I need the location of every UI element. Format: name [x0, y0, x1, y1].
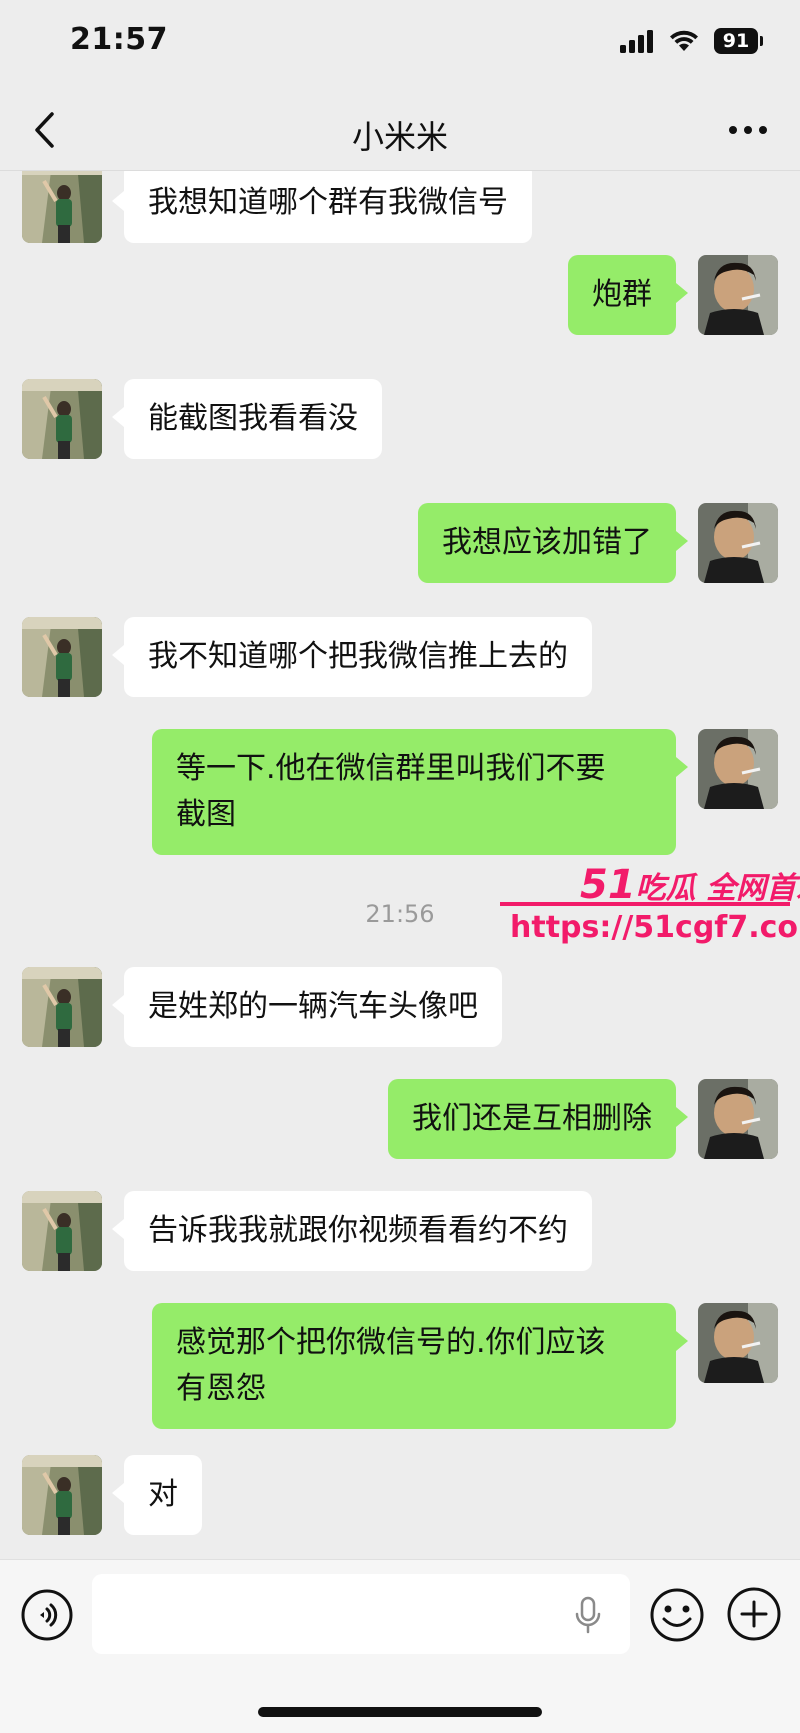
my-avatar-image	[698, 729, 778, 809]
watermark: 51吃瓜 全网首发 https://51cgf7.com	[500, 862, 800, 962]
contact-avatar[interactable]	[22, 1455, 102, 1535]
mic-icon[interactable]	[574, 1596, 602, 1634]
message-row: 感觉那个把你微信号的.你们应该 有恩怨	[152, 1303, 778, 1429]
message-row: 我想知道哪个群有我微信号	[22, 171, 532, 243]
message-row: 对	[22, 1455, 202, 1535]
signal-icon	[620, 30, 653, 53]
message-row: 我想应该加错了	[418, 503, 778, 583]
voice-icon[interactable]	[20, 1588, 74, 1642]
message-bubble-received[interactable]: 能截图我看看没	[112, 379, 382, 459]
contact-avatar-image	[22, 171, 102, 243]
contact-avatar[interactable]	[22, 1191, 102, 1271]
message-input[interactable]	[92, 1574, 630, 1654]
more-button[interactable]	[726, 114, 770, 146]
contact-avatar-image	[22, 1455, 102, 1535]
my-avatar[interactable]	[698, 729, 778, 809]
my-avatar-image	[698, 503, 778, 583]
input-bar	[0, 1559, 800, 1733]
contact-avatar[interactable]	[22, 617, 102, 697]
message-bubble-received[interactable]: 我不知道哪个把我微信推上去的	[112, 617, 592, 697]
my-avatar[interactable]	[698, 1079, 778, 1159]
status-icons: 91	[620, 28, 763, 54]
wifi-icon	[670, 30, 698, 51]
message-row: 是姓郑的一辆汽车头像吧	[22, 967, 502, 1047]
chat-header: 小米米	[0, 90, 800, 171]
message-row: 我们还是互相删除	[388, 1079, 778, 1159]
contact-avatar[interactable]	[22, 379, 102, 459]
more-dots-icon	[729, 126, 767, 134]
battery-icon: 91	[714, 28, 763, 54]
status-time: 21:57	[70, 22, 168, 57]
contact-avatar[interactable]	[22, 967, 102, 1047]
message-bubble-sent[interactable]: 炮群	[568, 255, 688, 335]
message-bubble-sent[interactable]: 感觉那个把你微信号的.你们应该 有恩怨	[152, 1303, 688, 1429]
message-bubble-sent[interactable]: 我们还是互相删除	[388, 1079, 688, 1159]
message-bubble-received[interactable]: 告诉我我就跟你视频看看约不约	[112, 1191, 592, 1271]
my-avatar[interactable]	[698, 503, 778, 583]
watermark-text: 吃瓜 全网首发	[635, 871, 800, 906]
message-row: 告诉我我就跟你视频看看约不约	[22, 1191, 592, 1271]
battery-level: 91	[722, 30, 750, 52]
contact-avatar-image	[22, 379, 102, 459]
contact-avatar[interactable]	[22, 171, 102, 243]
message-bubble-received[interactable]: 是姓郑的一辆汽车头像吧	[112, 967, 502, 1047]
watermark-url: https://51cgf7.com	[510, 910, 800, 945]
chat-title: 小米米	[351, 118, 448, 156]
message-bubble-sent[interactable]: 我想应该加错了	[418, 503, 688, 583]
contact-avatar-image	[22, 967, 102, 1047]
my-avatar[interactable]	[698, 1303, 778, 1383]
message-bubble-received[interactable]: 对	[112, 1455, 202, 1535]
home-indicator	[258, 1707, 542, 1717]
message-row: 等一下.他在微信群里叫我们不要 截图	[152, 729, 778, 855]
my-avatar-image	[698, 1303, 778, 1383]
message-bubble-received[interactable]: 我想知道哪个群有我微信号	[112, 171, 532, 243]
contact-avatar-image	[22, 617, 102, 697]
message-row: 炮群	[568, 255, 778, 335]
emoji-icon[interactable]	[648, 1586, 706, 1644]
my-avatar[interactable]	[698, 255, 778, 335]
message-bubble-sent[interactable]: 等一下.他在微信群里叫我们不要 截图	[152, 729, 688, 855]
my-avatar-image	[698, 255, 778, 335]
my-avatar-image	[698, 1079, 778, 1159]
contact-avatar-image	[22, 1191, 102, 1271]
status-bar: 21:57 91	[0, 0, 800, 90]
message-row: 能截图我看看没	[22, 379, 382, 459]
message-row: 我不知道哪个把我微信推上去的	[22, 617, 592, 697]
watermark-rule	[500, 902, 790, 906]
plus-icon[interactable]	[726, 1586, 782, 1642]
